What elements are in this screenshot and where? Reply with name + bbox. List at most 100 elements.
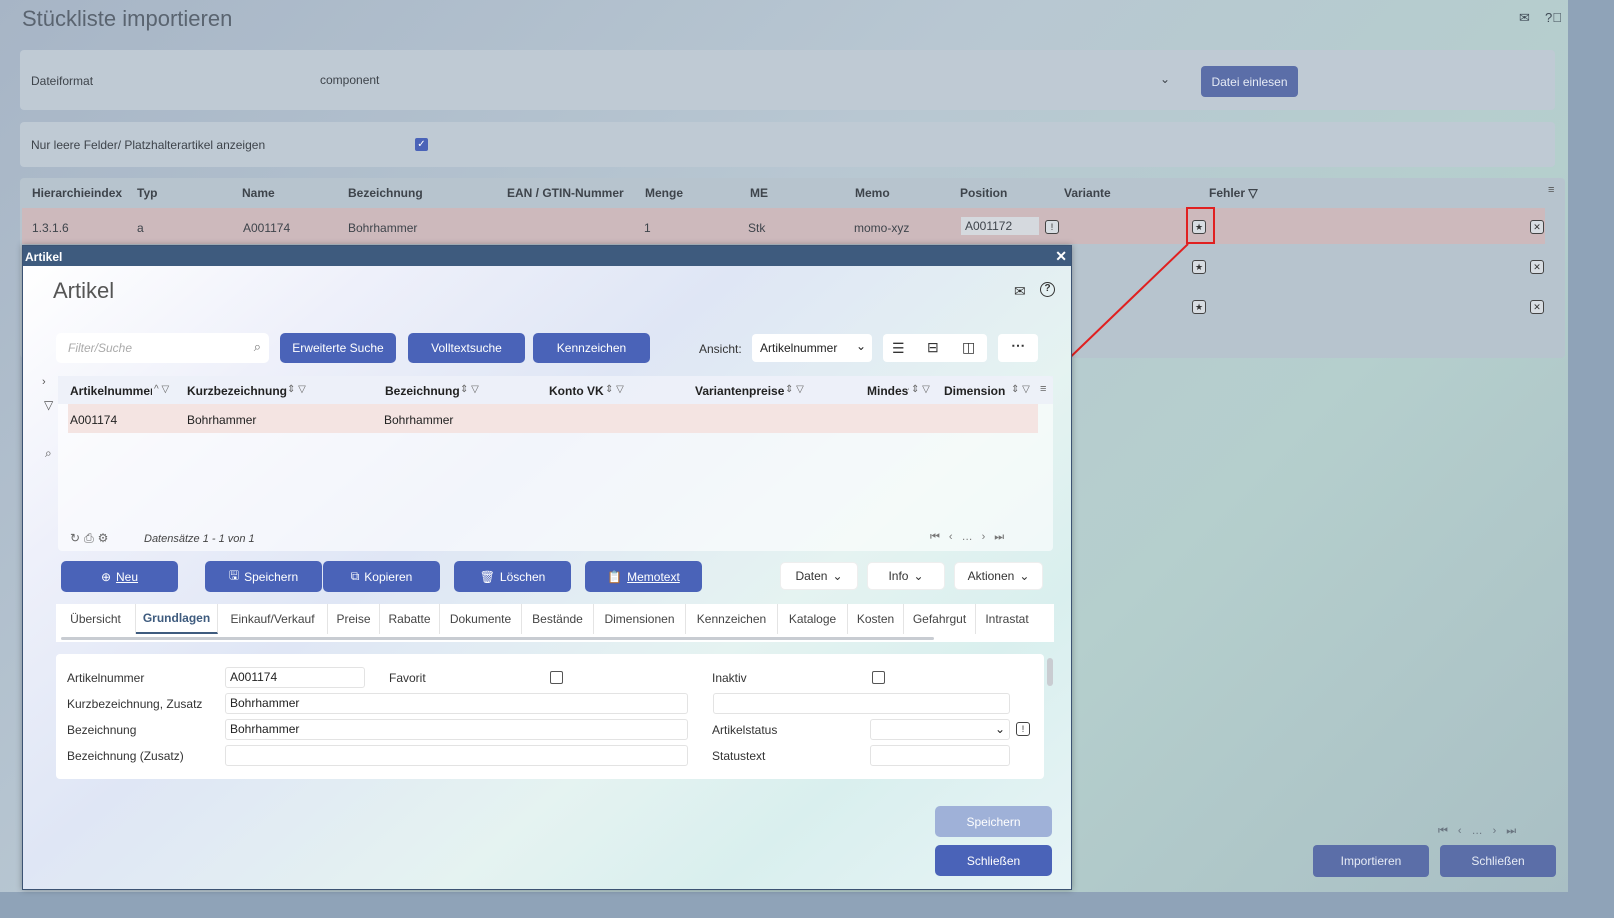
expand-icon[interactable]: › [42, 376, 46, 388]
daten-dropdown[interactable]: Daten ⌄ [780, 562, 858, 590]
speichern-button[interactable]: 🖫 Speichern [205, 561, 322, 592]
search-input[interactable]: Filter/Suche ⌕ [56, 333, 269, 363]
grid-col-variantenpreise[interactable]: Variantenpreise [695, 384, 784, 398]
tab-übersicht[interactable]: Übersicht [56, 604, 136, 634]
sort-filter-icon[interactable]: ⇕ ▽ [605, 384, 624, 395]
ansicht-label: Ansicht: [699, 342, 742, 356]
favorit-label: Favorit [389, 671, 426, 685]
dialog-bar-title: Artikel [25, 250, 63, 264]
erweiterte-suche-button[interactable]: Erweiterte Suche [280, 333, 396, 363]
grid-col-dimension[interactable]: Dimension [944, 384, 1008, 398]
column-menu-icon[interactable]: ≡ [1040, 383, 1046, 395]
statustext-field[interactable] [870, 745, 1010, 766]
memotext-label: Memotext [627, 569, 680, 584]
tab-preise[interactable]: Preise [328, 604, 380, 634]
refresh-icon[interactable]: ↻ [70, 531, 84, 545]
inaktiv-checkbox[interactable] [872, 671, 885, 684]
neu-label: Neu [116, 569, 139, 584]
favorit-checkbox[interactable] [550, 671, 563, 684]
kurzbez-field[interactable]: Bohrhammer [225, 693, 688, 714]
copy-icon: ⧉ [350, 569, 360, 583]
kopieren-button[interactable]: ⧉ Kopieren [323, 561, 440, 592]
tab-dokumente[interactable]: Dokumente [440, 604, 522, 634]
close-icon[interactable]: ✕ [1055, 248, 1067, 265]
more-icon[interactable]: ⋯ [998, 334, 1038, 362]
sort-filter-icon[interactable]: ⇕ ▽ [1011, 384, 1030, 395]
sort-filter-icon[interactable]: ⇕ ▽ [460, 384, 479, 395]
trash-icon: 🗑 [479, 569, 495, 584]
tab-gefahrgut[interactable]: Gefahrgut [904, 604, 976, 634]
bezeichnung-label: Bezeichnung [67, 723, 137, 737]
speichern-footer-button[interactable]: Speichern [935, 806, 1052, 837]
chevron-down-icon: ⌄ [832, 569, 843, 583]
form-scrollbar[interactable] [1047, 658, 1053, 686]
inaktiv-label: Inaktiv [712, 671, 747, 685]
tab-dimensionen[interactable]: Dimensionen [594, 604, 686, 634]
alert-icon[interactable]: ! [1016, 722, 1030, 736]
grid-cell-kurzbezeichnung: Bohrhammer [187, 413, 257, 427]
chevron-down-icon: ⌄ [913, 569, 924, 583]
vertical-split-icon[interactable]: ◫ [962, 339, 975, 356]
dialog-titlebar: Artikel ✕ [23, 246, 1071, 266]
daten-label: Daten [795, 569, 828, 583]
dialog-title: Artikel [53, 278, 115, 303]
bezeichnung-field[interactable]: Bohrhammer [225, 719, 688, 740]
ansicht-select[interactable]: Artikelnummer ⌄ [752, 334, 872, 362]
horizontal-split-icon[interactable]: ⊟ [927, 339, 939, 356]
grid-cell-artikelnummer: A001174 [70, 413, 118, 427]
tab-bar: Übersicht Grundlagen Einkauf/Verkauf Preise… [56, 604, 1054, 642]
tab-scrollbar[interactable] [61, 637, 934, 640]
aktionen-label: Aktionen [967, 569, 1015, 583]
sort-filter-icon[interactable]: ⇕ ▽ [911, 384, 930, 395]
tab-kataloge[interactable]: Kataloge [778, 604, 848, 634]
save-icon: 🖫 [228, 568, 240, 582]
search-icon[interactable]: ⌕ [45, 446, 52, 461]
loeschen-button[interactable]: 🗑 Löschen [454, 561, 571, 592]
sort-asc-icon[interactable]: ^ ▽ [154, 384, 169, 395]
search-placeholder: Filter/Suche [68, 341, 133, 355]
sort-filter-icon[interactable]: ⇕ ▽ [785, 384, 804, 395]
grid-col-konto-vk[interactable]: Konto VK [549, 384, 604, 398]
neu-button[interactable]: ⊕ Neu [61, 561, 178, 592]
tab-einkauf-verkauf[interactable]: Einkauf/Verkauf [218, 604, 328, 634]
kurzbez-zusatz-field[interactable] [713, 693, 1010, 714]
grid-tools[interactable]: ↻⎙⚙ [70, 531, 112, 546]
grid-col-mindest[interactable]: Mindest [867, 384, 909, 398]
grundlagen-form: Artikelnummer A001174 Favorit Inaktiv Ku… [56, 654, 1044, 779]
bez-zusatz-label: Bezeichnung (Zusatz) [67, 749, 184, 763]
info-dropdown[interactable]: Info ⌄ [867, 562, 945, 590]
tab-grundlagen[interactable]: Grundlagen [136, 604, 218, 634]
grid-col-kurzbezeichnung[interactable]: Kurzbezeichnung [187, 384, 287, 398]
chevron-down-icon: ⌄ [855, 339, 866, 353]
tab-kennzeichen[interactable]: Kennzeichen [686, 604, 778, 634]
artikelnummer-field[interactable]: A001174 [225, 667, 365, 688]
kennzeichen-button[interactable]: Kennzeichen [533, 333, 650, 363]
volltextsuche-button[interactable]: Volltextsuche [408, 333, 525, 363]
tab-rabatte[interactable]: Rabatte [380, 604, 440, 634]
artikelstatus-label: Artikelstatus [712, 723, 778, 737]
grid-cell-bezeichnung: Bohrhammer [384, 413, 454, 427]
tab-kosten[interactable]: Kosten [848, 604, 904, 634]
bez-zusatz-field[interactable] [225, 745, 688, 766]
search-icon[interactable]: ⌕ [254, 339, 261, 355]
list-view-icon[interactable]: ☰ [892, 340, 905, 357]
sort-filter-icon[interactable]: ⇕ ▽ [287, 384, 306, 395]
help-icon[interactable]: ? [1040, 282, 1055, 297]
kurzbez-label: Kurzbezeichnung, Zusatz [67, 697, 203, 711]
filter-settings-icon[interactable]: ▽ [44, 398, 53, 412]
artikelstatus-select[interactable]: ⌄ [870, 719, 1010, 740]
tab-intrastat[interactable]: Intrastat [976, 604, 1038, 634]
grid-col-bezeichnung[interactable]: Bezeichnung [385, 384, 460, 398]
grid-col-artikelnummer[interactable]: Artikelnummer [70, 384, 152, 398]
tab-bestände[interactable]: Bestände [522, 604, 594, 634]
mail-icon[interactable]: ✉ [1014, 283, 1026, 300]
record-count: Datensätze 1 - 1 von 1 [144, 533, 255, 545]
aktionen-dropdown[interactable]: Aktionen ⌄ [954, 562, 1043, 590]
print-icon[interactable]: ⎙ [84, 531, 98, 545]
grid-pagination[interactable]: ⏮‹…›⏭ [930, 531, 1013, 544]
dialog-body: Artikel ✉ ? Filter/Suche ⌕ Erweiterte Suc… [23, 266, 1071, 889]
view-toggle-group: ☰ ⊟ ◫ [883, 334, 987, 362]
schliessen-footer-button[interactable]: Schließen [935, 845, 1052, 876]
settings-icon[interactable]: ⚙ [98, 531, 113, 545]
memotext-button[interactable]: 📋 Memotext [585, 561, 702, 592]
